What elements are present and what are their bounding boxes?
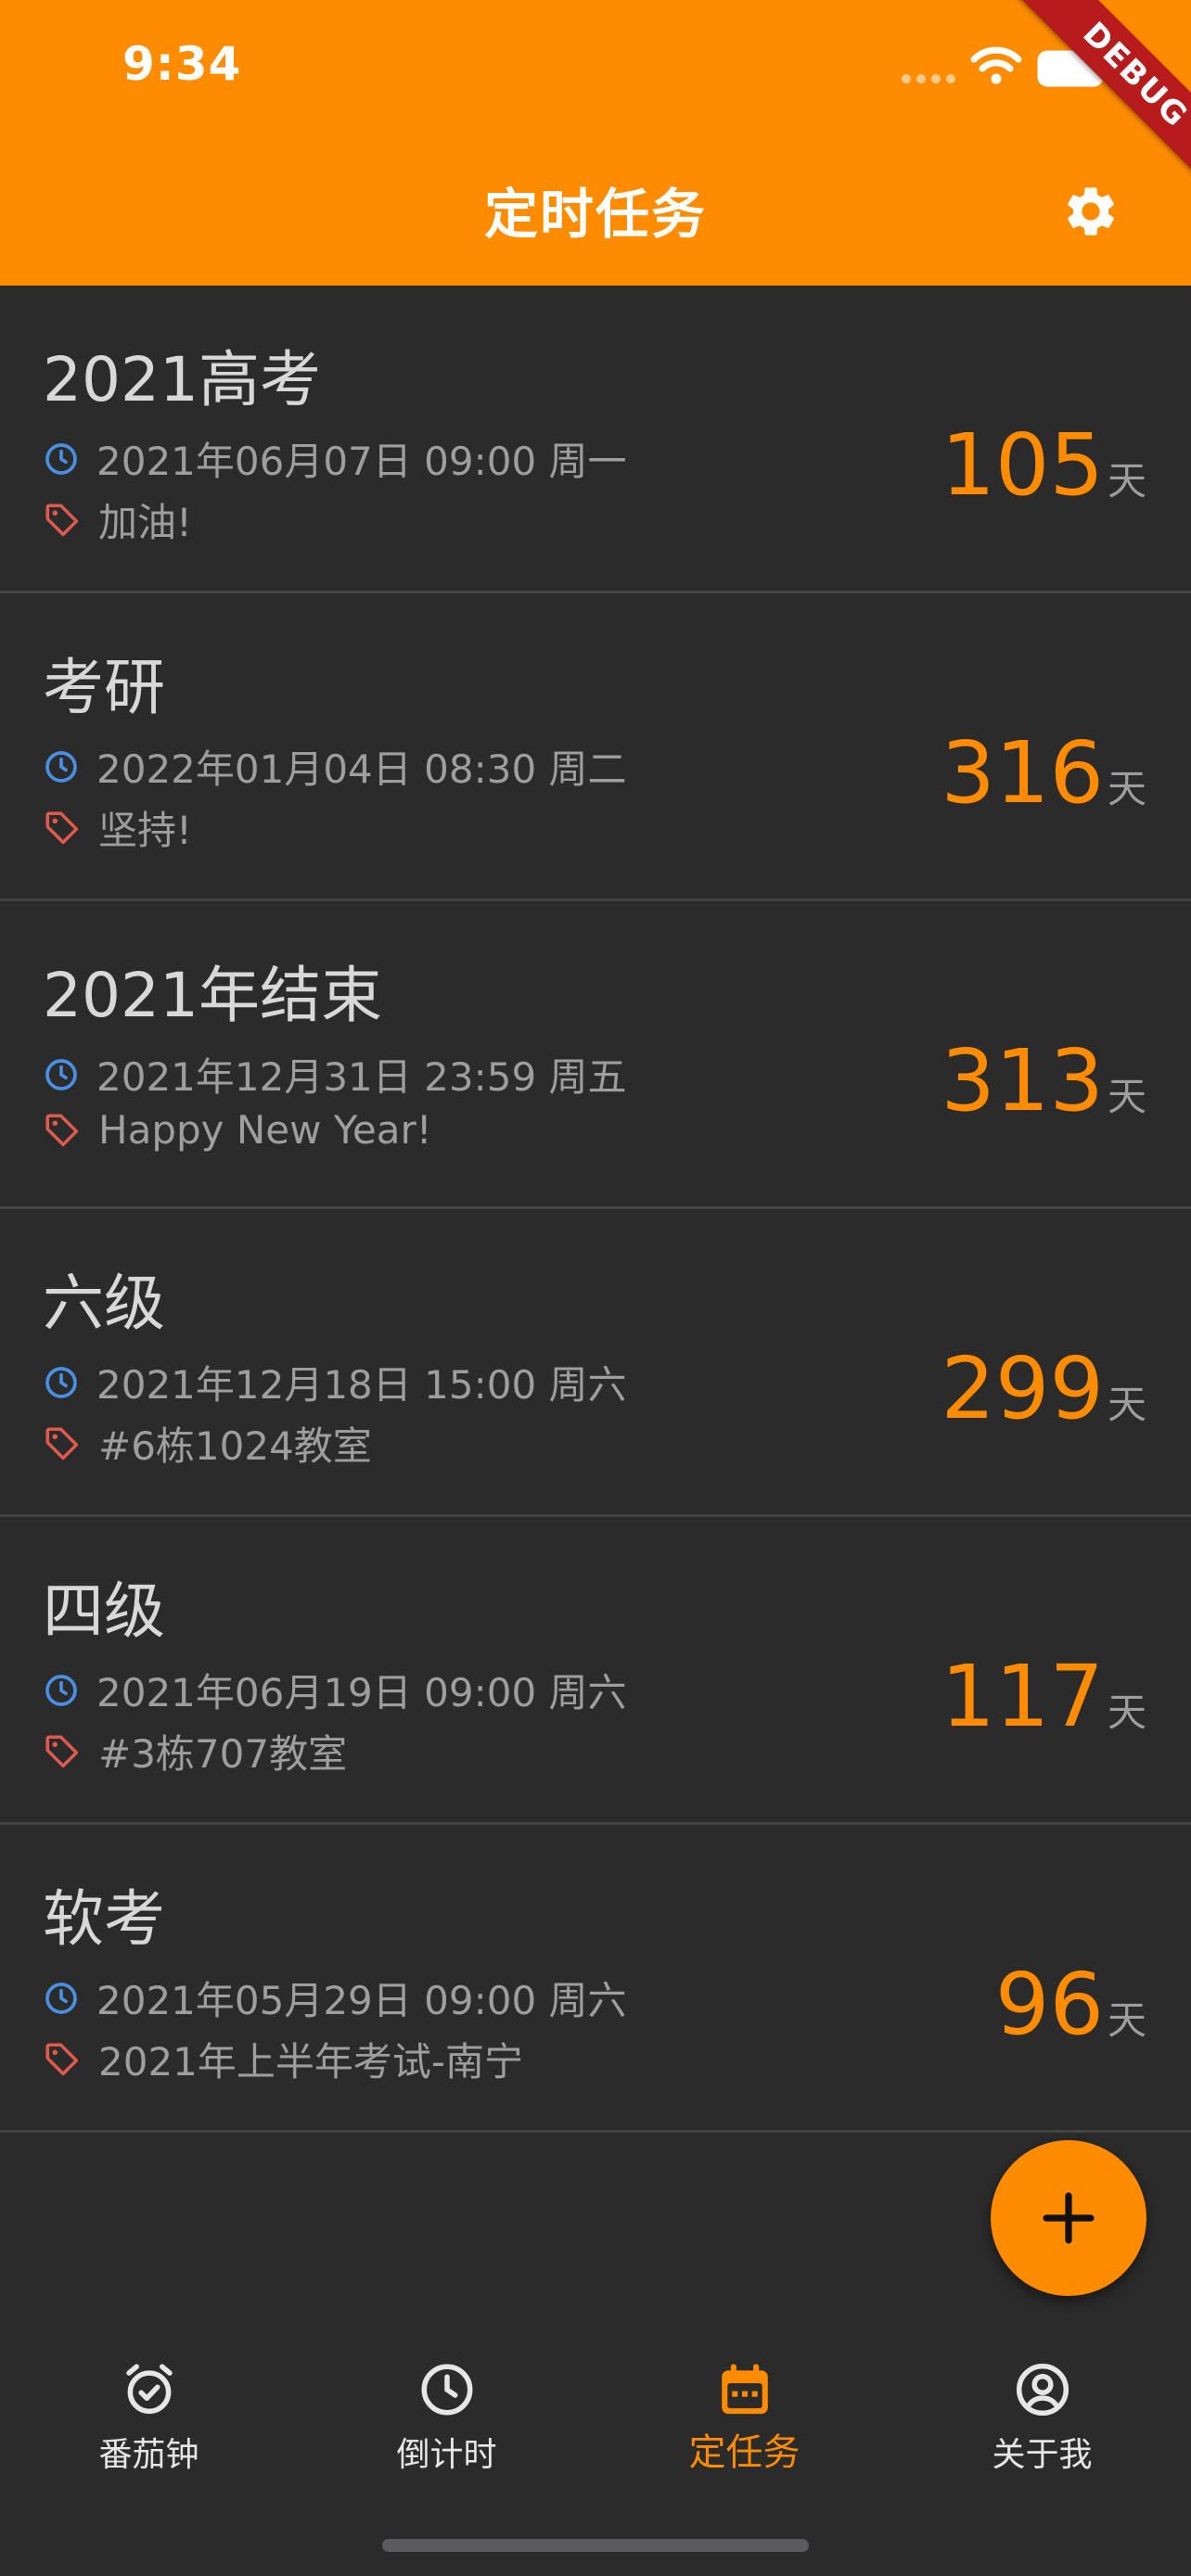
task-title: 考研 — [43, 652, 165, 723]
days-unit: 天 — [1107, 1382, 1146, 1427]
task-datetime: 2022年01月04日 08:30 周二 — [96, 746, 627, 792]
task-countdown: 316 天 — [941, 731, 1146, 816]
nav-item-scheduled-tasks[interactable]: 定任务 — [596, 2359, 893, 2498]
task-note: 坚持! — [98, 808, 192, 853]
task-note-row: Happy New Year! — [43, 1107, 432, 1153]
tag-icon — [45, 504, 79, 536]
tag-icon — [45, 1114, 79, 1146]
task-datetime: 2021年12月18日 15:00 周六 — [96, 1362, 627, 1408]
bottom-navigation: 番茄钟 倒计时 定任务 关于我 — [0, 2337, 1191, 2576]
task-item[interactable]: 六级 2021年12月18日 15:00 周六 #6栋1024教室 299 天 — [0, 1209, 1191, 1517]
days-count: 316 — [941, 723, 1104, 823]
days-unit: 天 — [1107, 1997, 1146, 2043]
task-title: 四级 — [43, 1575, 165, 1647]
task-note-row: 2021年上半年考试-南宁 — [43, 2031, 523, 2087]
days-count: 299 — [941, 1339, 1104, 1438]
tag-icon — [45, 1735, 79, 1767]
task-datetime: 2021年06月07日 09:00 周一 — [96, 439, 627, 484]
task-note-row: #3栋707教室 — [43, 1723, 347, 1779]
task-title: 软考 — [43, 1883, 165, 1955]
task-datetime: 2021年12月31日 23:59 周五 — [96, 1054, 627, 1100]
task-item[interactable]: 软考 2021年05月29日 09:00 周六 2021年上半年考试-南宁 96… — [0, 1825, 1191, 2133]
task-item[interactable]: 2021年结束 2021年12月31日 23:59 周五 Happy New Y… — [0, 901, 1191, 1209]
task-item[interactable]: 2021高考 2021年06月07日 09:00 周一 加油! 105 天 — [0, 286, 1191, 593]
tag-icon — [45, 2043, 79, 2075]
task-datetime-row: 2021年12月31日 23:59 周五 — [43, 1046, 627, 1103]
task-note: Happy New Year! — [98, 1107, 432, 1153]
app-header: 9:34 定时任务 DEBUG — [0, 0, 1191, 286]
clock-icon — [45, 442, 77, 475]
task-title: 2021高考 — [43, 344, 321, 415]
days-unit: 天 — [1107, 1690, 1146, 1735]
nav-label: 番茄钟 — [98, 2436, 199, 2474]
days-count: 96 — [994, 1955, 1104, 2054]
nav-item-countdown[interactable]: 倒计时 — [298, 2359, 596, 2498]
calendar-icon — [721, 2364, 768, 2415]
task-datetime-row: 2021年06月19日 09:00 周六 — [43, 1662, 627, 1718]
task-datetime-row: 2021年12月18日 15:00 周六 — [43, 1354, 627, 1410]
task-list: 2021高考 2021年06月07日 09:00 周一 加油! 105 天 考研… — [0, 286, 1191, 2133]
task-datetime-row: 2021年06月07日 09:00 周一 — [43, 430, 627, 487]
task-note: #6栋1024教室 — [98, 1423, 372, 1469]
nav-item-pomodoro[interactable]: 番茄钟 — [0, 2359, 298, 2498]
cellular-signal-icon — [902, 74, 955, 83]
tag-icon — [45, 1427, 79, 1460]
task-datetime: 2021年06月19日 09:00 周六 — [96, 1670, 627, 1715]
task-note: #3栋707教室 — [98, 1731, 348, 1777]
task-countdown: 96 天 — [995, 1962, 1146, 2047]
clock-icon — [45, 1982, 77, 2014]
task-note-row: 坚持! — [43, 799, 192, 856]
add-task-button[interactable] — [991, 2140, 1146, 2296]
task-item[interactable]: 四级 2021年06月19日 09:00 周六 #3栋707教室 117 天 — [0, 1517, 1191, 1825]
clock-icon — [45, 1058, 77, 1090]
nav-label: 定任务 — [688, 2431, 800, 2474]
clock-icon — [45, 1674, 77, 1706]
task-note-row: #6栋1024教室 — [43, 1415, 372, 1472]
nav-label: 倒计时 — [396, 2436, 497, 2474]
user-circle-icon — [1016, 2363, 1069, 2417]
clock-icon — [45, 750, 77, 783]
task-countdown: 105 天 — [941, 423, 1146, 508]
task-countdown: 299 天 — [941, 1346, 1146, 1432]
app-screen: 9:34 定时任务 DEBUG 2021高考 2021年06月07日 09:00… — [0, 0, 1191, 2576]
task-note-row: 加油! — [43, 491, 192, 548]
task-note: 加油! — [98, 500, 192, 545]
settings-button[interactable] — [1057, 178, 1124, 245]
tag-icon — [45, 811, 79, 844]
days-count: 117 — [941, 1647, 1104, 1746]
clock-icon — [421, 2364, 472, 2416]
home-indicator — [382, 2539, 809, 2552]
task-title: 六级 — [43, 1268, 165, 1339]
status-time: 9:34 — [122, 37, 242, 91]
page-title: 定时任务 — [483, 183, 707, 246]
days-count: 105 — [941, 415, 1104, 515]
clock-icon — [45, 1366, 77, 1398]
days-unit: 天 — [1107, 458, 1146, 504]
days-count: 313 — [941, 1031, 1104, 1130]
wifi-icon — [970, 46, 1022, 84]
task-datetime: 2021年05月29日 09:00 周六 — [96, 1978, 627, 2023]
task-title: 2021年结束 — [43, 960, 382, 1031]
task-datetime-row: 2022年01月04日 08:30 周二 — [43, 738, 627, 795]
nav-item-about-me[interactable]: 关于我 — [893, 2359, 1191, 2498]
task-countdown: 117 天 — [941, 1654, 1146, 1740]
task-note: 2021年上半年考试-南宁 — [98, 2039, 524, 2085]
task-countdown: 313 天 — [941, 1039, 1146, 1124]
days-unit: 天 — [1107, 1074, 1146, 1119]
gear-icon — [1068, 187, 1114, 236]
task-datetime-row: 2021年05月29日 09:00 周六 — [43, 1970, 627, 2026]
nav-label: 关于我 — [992, 2436, 1093, 2474]
alarm-check-icon — [125, 2364, 173, 2415]
days-unit: 天 — [1107, 766, 1146, 811]
task-item[interactable]: 考研 2022年01月04日 08:30 周二 坚持! 316 天 — [0, 593, 1191, 901]
plus-icon — [1043, 2192, 1095, 2244]
